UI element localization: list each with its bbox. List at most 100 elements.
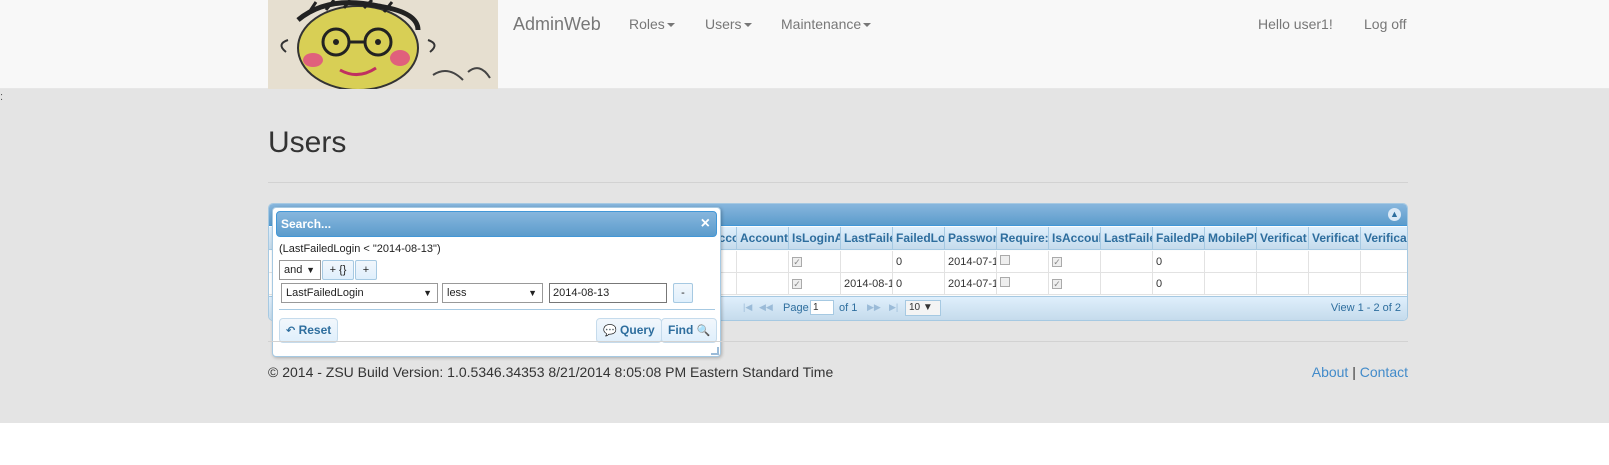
dropdown-arrow-icon: ▼	[922, 302, 933, 313]
column-header[interactable]: LastFaile	[1101, 227, 1153, 250]
table-cell: 2014-07-1	[945, 251, 997, 273]
remove-rule-button[interactable]: -	[673, 283, 693, 303]
table-cell	[1101, 251, 1153, 273]
checkbox-checked: ✓	[1052, 279, 1062, 289]
table-cell	[1205, 251, 1257, 273]
field-select[interactable]: LastFailedLogin ▼	[281, 283, 438, 303]
table-cell	[1205, 273, 1257, 295]
table-cell: 0	[1153, 251, 1205, 273]
logo-image[interactable]	[268, 0, 498, 89]
table-cell: 0	[893, 251, 945, 273]
table-cell: 0	[1153, 273, 1205, 295]
table-cell: ✓	[1049, 251, 1101, 273]
table-cell: 0	[893, 273, 945, 295]
field-select-value: LastFailedLogin	[286, 287, 364, 299]
navbar: AdminWeb Roles Users Maintenance Hello u…	[0, 0, 1609, 89]
page-title: Users	[268, 126, 347, 159]
view-info: View 1 - 2 of 2	[1330, 302, 1401, 314]
rows-per-page-value: 10	[909, 302, 921, 313]
column-header[interactable]: Verificat	[1309, 227, 1361, 250]
column-header[interactable]: Passwor	[945, 227, 997, 250]
group-operator-select[interactable]: and ▼	[279, 260, 321, 280]
column-header[interactable]: IsAccoul	[1049, 227, 1101, 250]
column-header[interactable]: IsLoginA	[789, 227, 841, 250]
table-cell	[997, 273, 1049, 295]
first-page-icon[interactable]: |◀	[743, 302, 752, 313]
table-cell: ✓	[789, 251, 841, 273]
brand-link[interactable]: AdminWeb	[513, 14, 601, 35]
nav-users-label: Users	[705, 16, 742, 32]
add-group-button[interactable]: + {}	[322, 260, 354, 280]
prev-page-icon[interactable]: ◀◀	[759, 302, 773, 313]
filter-expression: (LastFailedLogin < "2014-08-13")	[279, 243, 441, 255]
group-operator-value: and	[284, 264, 303, 276]
find-button[interactable]: Find 🔍	[661, 318, 718, 343]
caret-down-icon	[743, 23, 752, 28]
filter-value-input[interactable]: 2014-08-13	[549, 283, 667, 303]
search-dialog-title-text: Search...	[281, 217, 332, 231]
table-cell	[737, 273, 789, 295]
resize-handle[interactable]	[711, 347, 719, 355]
checkbox-unchecked	[1000, 255, 1010, 265]
stray-text: :	[0, 91, 4, 103]
collapse-icon[interactable]: ▲	[1388, 208, 1401, 221]
page-number-input[interactable]: 1	[810, 300, 834, 315]
comment-icon: 💬	[603, 325, 617, 337]
checkbox-checked: ✓	[1052, 257, 1062, 267]
column-header[interactable]: FailedPa	[1153, 227, 1205, 250]
operator-select-value: less	[447, 287, 467, 299]
column-header[interactable]: FailedLo	[893, 227, 945, 250]
checkbox-checked: ✓	[792, 257, 802, 267]
reset-button[interactable]: ↶ Reset	[279, 318, 339, 343]
nav-roles[interactable]: Roles	[629, 16, 675, 32]
dropdown-arrow-icon: ▼	[423, 288, 432, 298]
table-cell: 2014-07-1	[945, 273, 997, 295]
nav-users[interactable]: Users	[705, 16, 752, 32]
logoff-link[interactable]: Log off	[1364, 16, 1407, 32]
checkbox-checked: ✓	[792, 279, 802, 289]
contact-link[interactable]: Contact	[1360, 364, 1408, 380]
footer-links: About | Contact	[1312, 364, 1408, 380]
table-cell: ✓	[1049, 273, 1101, 295]
column-header[interactable]: Verificat	[1257, 227, 1309, 250]
nav-maintenance[interactable]: Maintenance	[781, 16, 872, 32]
search-dialog: Search... × (LastFailedLogin < "2014-08-…	[272, 207, 721, 357]
column-header[interactable]: Require:	[997, 227, 1049, 250]
query-label: Query	[620, 323, 655, 337]
page-count-label: of 1	[839, 302, 858, 314]
table-cell	[1361, 251, 1407, 273]
column-header[interactable]: MobilePl	[1205, 227, 1257, 250]
caret-down-icon	[863, 23, 872, 28]
nav-roles-label: Roles	[629, 16, 665, 32]
page-label: Page	[783, 302, 809, 314]
search-dialog-title[interactable]: Search... ×	[276, 211, 717, 237]
about-link[interactable]: About	[1312, 364, 1349, 380]
table-cell	[1257, 251, 1309, 273]
user-greeting-link[interactable]: Hello user1!	[1258, 16, 1333, 32]
table-cell: 2014-08-1	[841, 273, 893, 295]
table-cell	[841, 251, 893, 273]
last-page-icon[interactable]: ▶|	[889, 302, 898, 313]
close-icon[interactable]: ×	[701, 212, 710, 236]
table-cell	[1101, 273, 1153, 295]
operator-select[interactable]: less ▼	[442, 283, 543, 303]
column-header[interactable]: Account	[737, 227, 789, 250]
checkbox-unchecked	[1000, 277, 1010, 287]
footer-copyright: © 2014 - ZSU Build Version: 1.0.5346.343…	[268, 364, 834, 380]
dropdown-arrow-icon: ▼	[528, 288, 537, 298]
search-icon: 🔍	[696, 325, 711, 337]
query-button[interactable]: 💬 Query	[596, 318, 662, 343]
footer-separator: |	[1352, 364, 1356, 380]
rows-per-page-select[interactable]: 10 ▼	[905, 300, 941, 316]
column-header[interactable]: LastFaile	[841, 227, 893, 250]
add-rule-button[interactable]: +	[355, 260, 377, 280]
divider	[279, 309, 715, 310]
undo-icon: ↶	[286, 325, 296, 337]
table-cell	[1309, 273, 1361, 295]
dropdown-arrow-icon: ▼	[306, 265, 315, 275]
divider	[268, 182, 1408, 183]
next-page-icon[interactable]: ▶▶	[867, 302, 881, 313]
find-label: Find	[668, 323, 694, 337]
table-cell	[997, 251, 1049, 273]
column-header[interactable]: Verifica	[1361, 227, 1407, 250]
